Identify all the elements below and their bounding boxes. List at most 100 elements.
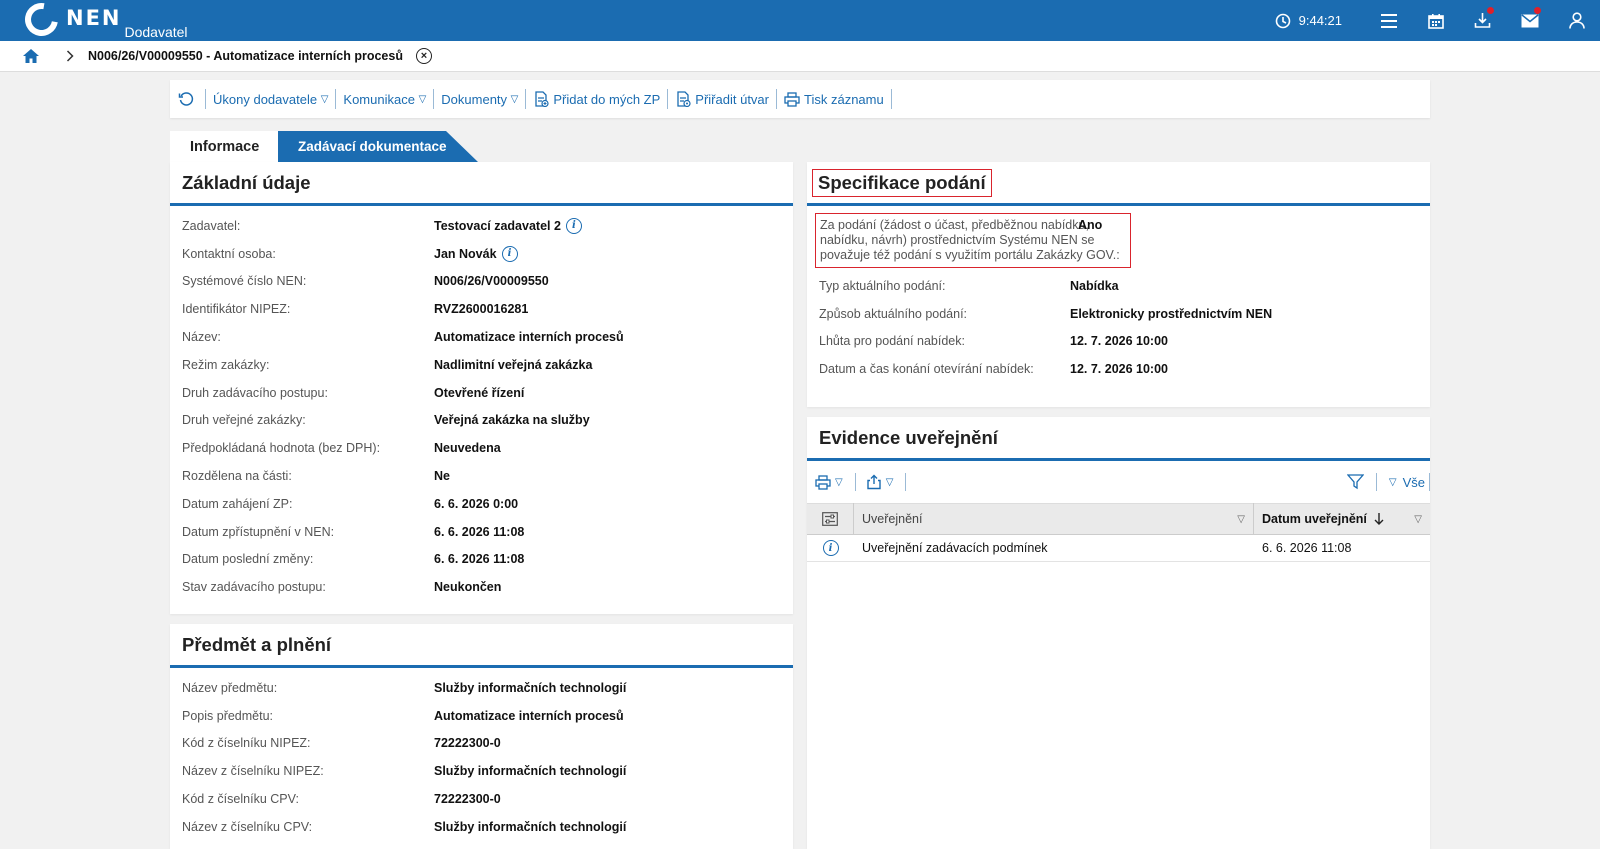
supplier-actions-menu[interactable]: Úkony dodavatele ▽ — [206, 89, 337, 109]
calendar-button[interactable] — [1412, 0, 1459, 41]
row-label: Typ aktuálního podání: — [819, 278, 946, 293]
detail-row: Datum zahájení ZP: 6. 6. 2026 0:00 — [170, 490, 793, 518]
column-settings-button[interactable] — [807, 503, 854, 535]
documents-menu[interactable]: Dokumenty ▽ — [434, 89, 527, 109]
notification-badge — [1487, 7, 1494, 14]
table-toolbar: ▽ ▽ ▽ Vše — [807, 461, 1430, 503]
table-row[interactable]: i Uveřejnění zadávacích podmínek 6. 6. 2… — [807, 535, 1430, 562]
detail-row: Název předmětu: Služby informačních techn… — [170, 674, 793, 702]
download-button[interactable] — [1459, 0, 1506, 41]
view-selector-label: Vše — [1402, 474, 1425, 490]
clock-icon — [1275, 13, 1290, 28]
detail-row: Identifikátor NIPEZ: RVZ2600016281 — [170, 295, 793, 323]
info-icon[interactable]: i — [565, 217, 582, 234]
row-label: Kód z číselníku CPV: — [182, 792, 299, 807]
column-header-date-label: Datum uveřejnění — [1262, 512, 1367, 526]
communication-menu[interactable]: Komunikace ▽ — [336, 89, 435, 109]
row-label: Datum a čas konání otevírání nabídek: — [819, 362, 1034, 377]
row-value: 12. 7. 2026 10:00 — [1070, 334, 1168, 349]
menu-button[interactable] — [1365, 0, 1412, 41]
row-value: Služby informačních technologií — [434, 680, 627, 695]
row-label: Stav zadávacího postupu: — [182, 580, 326, 595]
detail-row: Datum zpřístupnění v NEN: 6. 6. 2026 11:0… — [170, 518, 793, 546]
role-label: Dodavatel — [124, 24, 188, 40]
refresh-button[interactable] — [170, 89, 206, 109]
submission-spec-panel: Specifikace podání Za podání (žádost o ú… — [807, 162, 1430, 407]
detail-row: Zadavatel: Testovací zadavatel 2 i — [170, 212, 793, 240]
column-header-publication[interactable]: Uveřejnění ▽ — [854, 503, 1254, 535]
basic-info-title: Základní údaje — [170, 162, 793, 206]
add-document-icon — [535, 91, 549, 107]
column-header-publication-label: Uveřejnění — [862, 512, 923, 526]
home-icon[interactable] — [22, 48, 40, 64]
tab-zadavaci-dokumentace[interactable]: Zadávací dokumentace — [278, 131, 478, 162]
detail-row: Název z číselníku CPV: Služby informačníc… — [170, 813, 793, 841]
row-value: Veřejná zakázka na služby — [434, 413, 590, 428]
row-label: Název z číselníku CPV: — [182, 819, 313, 834]
chevron-down-icon[interactable]: ▽ — [1237, 514, 1245, 525]
user-icon — [1568, 12, 1585, 29]
detail-row: Lhůta pro podání nabídek: 12. 7. 2026 10:… — [807, 328, 1430, 356]
row-value: Neuvedena — [434, 441, 501, 456]
row-value: Služby informačních technologií — [434, 764, 627, 779]
user-button[interactable] — [1553, 0, 1600, 41]
nen-logo-icon — [18, 0, 65, 43]
row-label: Kód z číselníku NIPEZ: — [182, 736, 311, 751]
detail-row: Rozdělena na části: Ne — [170, 462, 793, 490]
row-value: Neukončen — [434, 580, 502, 595]
documents-label: Dokumenty — [441, 91, 508, 107]
chevron-down-icon: ▽ — [510, 93, 519, 105]
add-to-my-zp-label: Přidat do mých ZP — [553, 91, 661, 107]
chevron-down-icon: ▽ — [320, 93, 329, 105]
mail-icon — [1521, 13, 1538, 27]
view-selector[interactable]: ▽ Vše — [1377, 473, 1430, 491]
filter-button[interactable] — [1346, 473, 1377, 491]
detail-row: Popis předmětu: Automatizace interních pr… — [170, 702, 793, 730]
row-label: Lhůta pro podání nabídek: — [819, 334, 965, 349]
chevron-down-icon[interactable]: ▽ — [1414, 514, 1422, 525]
detail-row: Název: Automatizace interních procesů — [170, 323, 793, 351]
chevron-down-icon: ▽ — [835, 476, 843, 488]
print-menu-button[interactable]: ▽ — [815, 473, 856, 491]
assign-unit-button[interactable]: Přiřadit útvar — [668, 89, 777, 109]
add-to-my-zp-button[interactable]: Přidat do mých ZP — [526, 89, 669, 109]
nen-logo[interactable]: NEN Dodavatel — [18, 0, 188, 43]
info-icon[interactable]: i — [501, 245, 518, 262]
top-bar: NEN Dodavatel 9:44:21 — [0, 0, 1600, 43]
communication-label: Komunikace — [343, 91, 415, 107]
tab-informace[interactable]: Informace — [170, 131, 298, 162]
row-value: Elektronicky prostřednictvím NEN — [1070, 306, 1273, 321]
column-header-date[interactable]: Datum uveřejnění ▽ — [1254, 503, 1430, 535]
close-icon[interactable]: × — [415, 48, 432, 64]
messages-button[interactable] — [1506, 0, 1553, 41]
detail-row: Datum a čas konání otevírání nabídek: 12.… — [807, 355, 1430, 383]
subject-panel: Předmět a plnění Název předmětu: Služby i… — [170, 624, 793, 849]
row-value: 12. 7. 2026 10:00 — [1070, 362, 1168, 377]
detail-row: Kontaktní osoba: Jan Novák i — [170, 240, 793, 268]
row-label: Datum zpřístupnění v NEN: — [182, 524, 335, 539]
info-icon[interactable]: i — [822, 540, 839, 556]
row-value: 6. 6. 2026 11:08 — [434, 552, 525, 567]
row-label: Rozdělena na části: — [182, 469, 292, 484]
basic-info-panel: Základní údaje Zadavatel: Testovací zadav… — [170, 162, 793, 614]
submission-spec-title: Specifikace podání — [812, 168, 992, 197]
detail-row: Předpokládaná hodnota (bez DPH): Neuveden… — [170, 434, 793, 462]
publication-records-title: Evidence uveřejnění — [807, 417, 1430, 461]
submission-spec-header: Specifikace podání — [807, 162, 1430, 206]
chevron-right-icon — [66, 50, 74, 62]
detail-row: Druh veřejné zakázky: Veřejná zakázka na … — [170, 407, 793, 435]
row-value: RVZ2600016281 — [434, 302, 529, 317]
row-value: Automatizace interních procesů — [434, 330, 624, 345]
print-record-button[interactable]: Tisk záznamu — [777, 89, 892, 109]
export-menu-button[interactable]: ▽ — [866, 473, 907, 491]
print-record-label: Tisk záznamu — [804, 91, 884, 107]
detail-row: Stav zadávacího postupu: Neukončen — [170, 573, 793, 601]
export-icon — [867, 474, 881, 490]
detail-row: Typ aktuálního podání: Nabídka — [807, 272, 1430, 300]
row-label: Popis předmětu: — [182, 708, 274, 723]
row-label: Datum zahájení ZP: — [182, 496, 293, 511]
publication-cell: Uveřejnění zadávacích podmínek — [862, 541, 1048, 555]
breadcrumb-current[interactable]: N006/26/V00009550 - Automatizace interní… — [88, 49, 403, 63]
printer-icon — [815, 474, 831, 490]
chevron-down-icon: ▽ — [1388, 476, 1397, 488]
